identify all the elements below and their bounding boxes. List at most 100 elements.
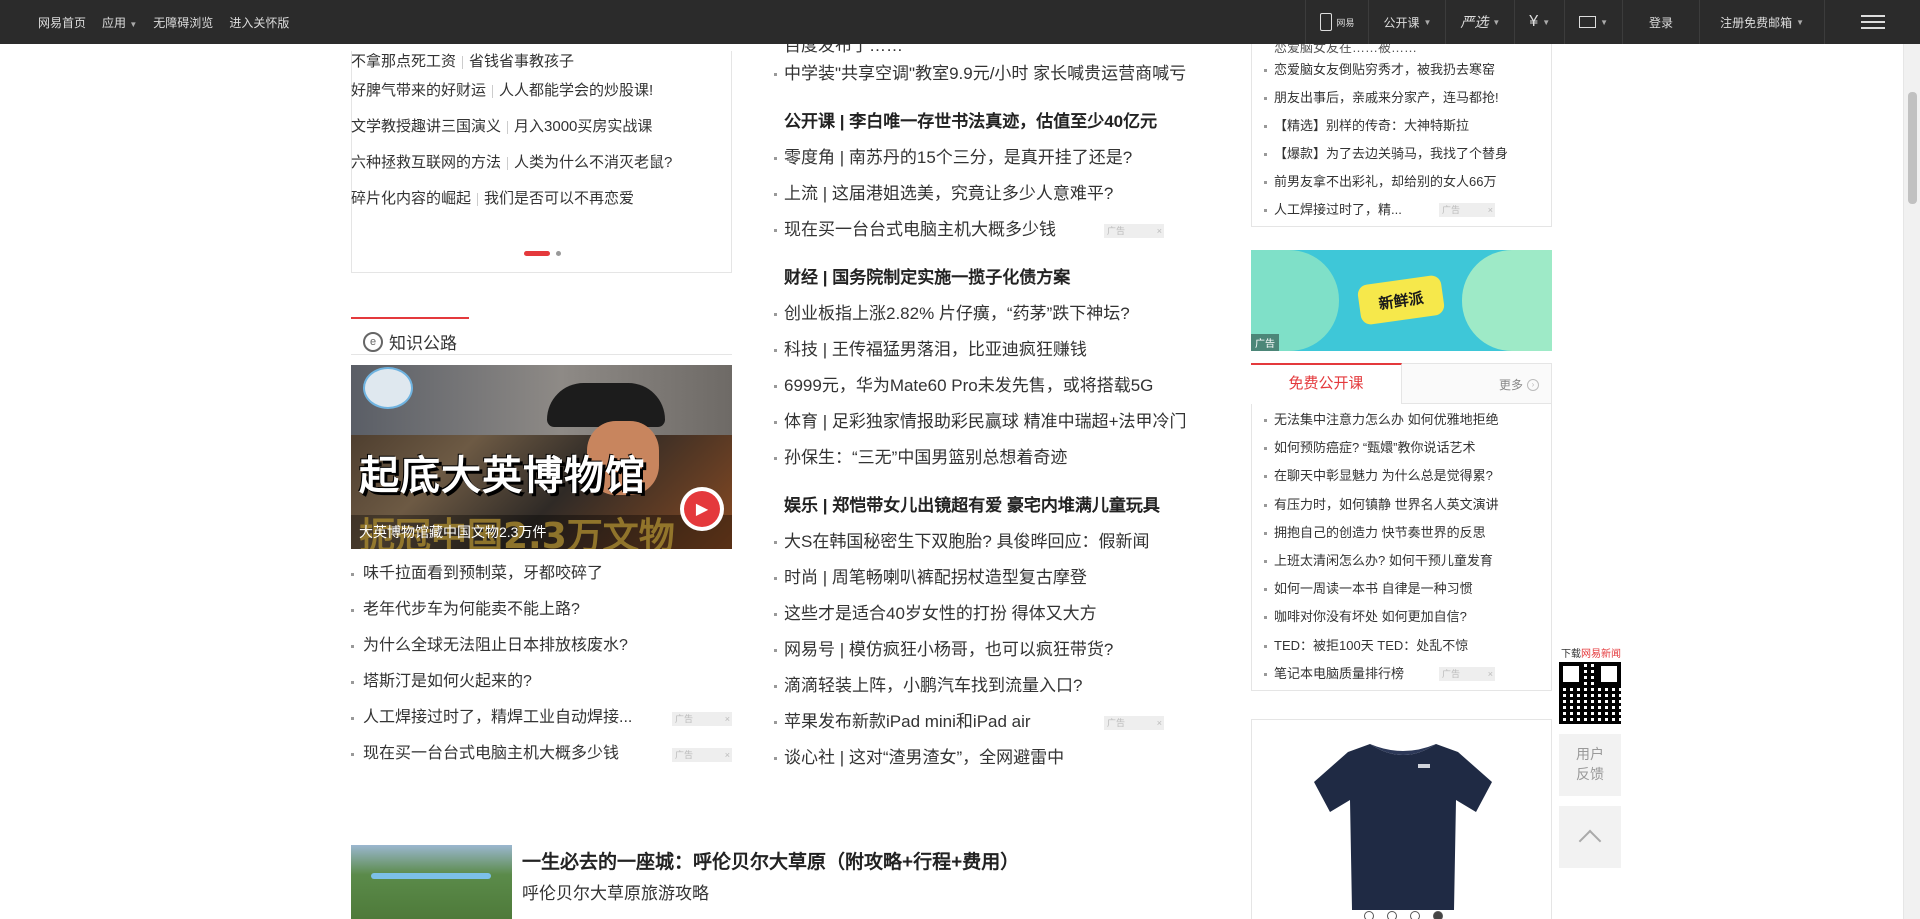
menu-button[interactable]: [1824, 0, 1920, 44]
news-item[interactable]: 滴滴轻装上阵，小鹏汽车找到流量入口?: [774, 668, 1224, 704]
news-item-clipped[interactable]: 百度发布了……: [774, 44, 1224, 56]
nav-apps[interactable]: 应用 ▼: [102, 14, 137, 31]
close-icon[interactable]: ×: [1157, 224, 1162, 238]
ad-badge[interactable]: 广告 ×: [1104, 716, 1164, 730]
close-icon[interactable]: ×: [1488, 667, 1493, 681]
news-item[interactable]: 零度角 | 南苏丹的15个三分，是真开挂了还是?: [774, 140, 1224, 176]
ad-badge[interactable]: 广告 ×: [672, 712, 732, 726]
close-icon[interactable]: ×: [725, 712, 730, 726]
nav-netease-home[interactable]: 网易首页: [38, 14, 86, 31]
list-item[interactable]: 恋爱脑女友倒贴穷秀才，被我扔去寒窑: [1264, 56, 1551, 84]
news-item-ad[interactable]: 现在买一台台式电脑主机大概多少钱 广告 ×: [774, 212, 1224, 248]
play-button[interactable]: ▶: [680, 487, 724, 531]
carousel-dot[interactable]: [1410, 910, 1420, 919]
feature-thumbnail[interactable]: [351, 845, 512, 919]
list-item[interactable]: 现在买一台台式电脑主机大概多少钱 广告 ×: [351, 736, 732, 772]
list-item[interactable]: 如何一周读一本书 自律是一种习惯: [1264, 575, 1551, 603]
list-item[interactable]: 老年代步车为何能卖不能上路?: [351, 592, 732, 628]
qr-code-icon[interactable]: [1559, 662, 1621, 724]
news-item[interactable]: 科技 | 王传福猛男落泪，比亚迪疯狂赚钱: [774, 332, 1224, 368]
pair-link[interactable]: 好脾气带来的好财运: [351, 82, 486, 99]
news-item[interactable]: 谈心社 | 这对“渣男渣女”，全网避雷中: [774, 740, 1224, 776]
carousel-dot[interactable]: [1364, 910, 1374, 919]
feedback-button[interactable]: 用户 反馈: [1559, 734, 1621, 796]
news-item[interactable]: 大S在韩国秘密生下双胞胎? 具俊晔回应：假新闻: [774, 524, 1224, 560]
close-icon[interactable]: ×: [725, 748, 730, 762]
news-item[interactable]: 时尚 | 周笔畅喇叭裤配拐杖造型复古摩登: [774, 560, 1224, 596]
list-item[interactable]: 咖啡对你没有坏处 如何更加自信?: [1264, 603, 1551, 631]
list-item[interactable]: 人工焊接过时了，精焊工业自动焊接... 广告 ×: [351, 700, 732, 736]
finance-menu[interactable]: ¥ ▼: [1514, 0, 1564, 44]
news-item[interactable]: 体育 | 足彩独家情报助彩民赢球 精准中瑞超+法甲冷门: [774, 404, 1224, 440]
yanxuan-menu[interactable]: 严选 ▼: [1445, 0, 1514, 44]
close-icon[interactable]: ×: [1157, 716, 1162, 730]
carousel-dot[interactable]: [556, 251, 561, 256]
tab-free-course[interactable]: 免费公开课: [1251, 363, 1402, 404]
carousel-dot-active[interactable]: [524, 251, 550, 256]
news-item[interactable]: 创业板指上涨2.82% 片仔癀，“药茅”跌下神坛?: [774, 296, 1224, 332]
news-item[interactable]: 孙保生：“三无”中国男篮别总想着奇迹: [774, 440, 1224, 476]
carousel-dot-active[interactable]: [1433, 910, 1443, 919]
list-item[interactable]: 有压力时，如何镇静 世界名人英文演讲: [1264, 491, 1551, 519]
ad-badge[interactable]: 广告 ×: [1104, 224, 1164, 238]
news-item-ad[interactable]: 苹果发布新款iPad mini和iPad air 广告 ×: [774, 704, 1224, 740]
list-item[interactable]: 朋友出事后，亲戚来分家产，连马都抢!: [1264, 84, 1551, 112]
list-item[interactable]: 【精选】别样的传奇：大神特斯拉: [1264, 112, 1551, 140]
list-item[interactable]: 如何预防癌症? “甄嬛”教你说话艺术: [1264, 434, 1551, 462]
ad-badge[interactable]: 广告 ×: [672, 748, 732, 762]
nav-accessibility[interactable]: 无障碍浏览: [153, 14, 213, 31]
mail-menu[interactable]: ▼: [1564, 0, 1622, 44]
news-headline[interactable]: 财经 | 国务院制定实施一揽子化债方案: [774, 260, 1224, 296]
close-icon[interactable]: ×: [1488, 203, 1493, 217]
pair-link[interactable]: 碎片化内容的崛起: [351, 190, 471, 207]
travel-feature[interactable]: 一生必去的一座城：呼伦贝尔大草原（附攻略+行程+费用） 呼伦贝尔大草原旅游攻略: [351, 845, 1251, 919]
list-item[interactable]: 【爆款】为了去边关骑马，我找了个替身: [1264, 140, 1551, 168]
pair-link[interactable]: 我们是否可以不再恋爱: [484, 190, 634, 207]
nav-care-mode[interactable]: 进入关怀版: [229, 14, 289, 31]
news-item[interactable]: 网易号 | 模仿疯狂小杨哥，也可以疯狂带货?: [774, 632, 1224, 668]
pair-link[interactable]: 人人都能学会的炒股课!: [499, 82, 653, 99]
back-to-top-button[interactable]: [1559, 806, 1621, 868]
news-item[interactable]: 中学装"共享空调"教室9.9元/小时 家长喊贵运营商喊亏: [774, 56, 1224, 92]
news-headline[interactable]: 公开课 | 李白唯一存世书法真迹，估值至少40亿元: [774, 104, 1224, 140]
list-item[interactable]: 味千拉面看到预制菜，牙都咬碎了: [351, 556, 732, 592]
pair-link[interactable]: 不拿那点死工资: [351, 53, 456, 70]
product-ad-carousel[interactable]: [1251, 718, 1552, 919]
news-item[interactable]: 这些才是适合40岁女性的打扮 得体又大方: [774, 596, 1224, 632]
carousel-dot[interactable]: [1387, 910, 1397, 919]
list-item[interactable]: 人工焊接过时了，精... 广告 ×: [1264, 196, 1551, 224]
list-item[interactable]: 上班太清闲怎么办? 如何干预儿童发育: [1264, 547, 1551, 575]
list-item[interactable]: 恋爱脑女友在……被……: [1264, 44, 1551, 56]
pair-link[interactable]: 六种拯救互联网的方法: [351, 154, 501, 171]
list-item[interactable]: 为什么全球无法阻止日本排放核废水?: [351, 628, 732, 664]
ad-badge[interactable]: 广告 ×: [1439, 203, 1495, 217]
pair-link[interactable]: 月入3000买房实战课: [514, 118, 652, 135]
featured-video-card[interactable]: 起底大英博物馆 扼冠中国2.3万文物 大英博物馆藏中国文物2.3万件 ▶: [351, 365, 732, 549]
login-link[interactable]: 登录: [1622, 0, 1699, 44]
more-link[interactable]: 更多 ›: [1499, 376, 1539, 393]
register-mail-menu[interactable]: 注册免费邮箱 ▼: [1699, 0, 1824, 44]
open-course-menu[interactable]: 公开课 ▼: [1368, 0, 1445, 44]
pair-link[interactable]: 文学教授趣讲三国演义: [351, 118, 501, 135]
list-item[interactable]: TED：被拒100天 TED：处乱不惊: [1264, 632, 1551, 660]
item-text: 【精选】别样的传奇：大神特斯拉: [1274, 118, 1470, 133]
pair-link[interactable]: 人类为什么不消灭老鼠?: [514, 154, 672, 171]
list-item[interactable]: 在聊天中彰显魅力 为什么总是觉得累?: [1264, 462, 1551, 490]
ad-banner[interactable]: 新鲜派 广告: [1251, 250, 1552, 351]
ad-badge[interactable]: 广告 ×: [1439, 666, 1495, 681]
news-headline[interactable]: 娱乐 | 郑恺带女儿出镜超有爱 豪宅内堆满儿童玩具: [774, 488, 1224, 524]
news-item[interactable]: 上流 | 这届港姐选美，究竟让多少人意难平?: [774, 176, 1224, 212]
list-item[interactable]: 塔斯汀是如何火起来的?: [351, 664, 732, 700]
pair-link[interactable]: 省钱省事教孩子: [469, 53, 574, 70]
page-scrollbar[interactable]: [1903, 44, 1920, 919]
list-item[interactable]: 拥抱自己的创造力 快节奏世界的反思: [1264, 519, 1551, 547]
feature-title[interactable]: 一生必去的一座城：呼伦贝尔大草原（附攻略+行程+费用）: [522, 847, 1019, 874]
list-item[interactable]: 前男友拿不出彩礼，却给别的女人66万: [1264, 168, 1551, 196]
scrollbar-thumb[interactable]: [1908, 92, 1917, 204]
feature-subtitle[interactable]: 呼伦贝尔大草原旅游攻略: [522, 879, 709, 904]
mobile-app-button[interactable]: 网易: [1305, 0, 1368, 44]
list-item[interactable]: 笔记本电脑质量排行榜 广告 ×: [1264, 660, 1551, 688]
section-title[interactable]: e 知识公路: [363, 329, 457, 354]
list-item[interactable]: 无法集中注意力怎么办 如何优雅地拒绝: [1264, 406, 1551, 434]
news-item[interactable]: 6999元，华为Mate60 Pro未发先售，或将搭载5G: [774, 368, 1224, 404]
